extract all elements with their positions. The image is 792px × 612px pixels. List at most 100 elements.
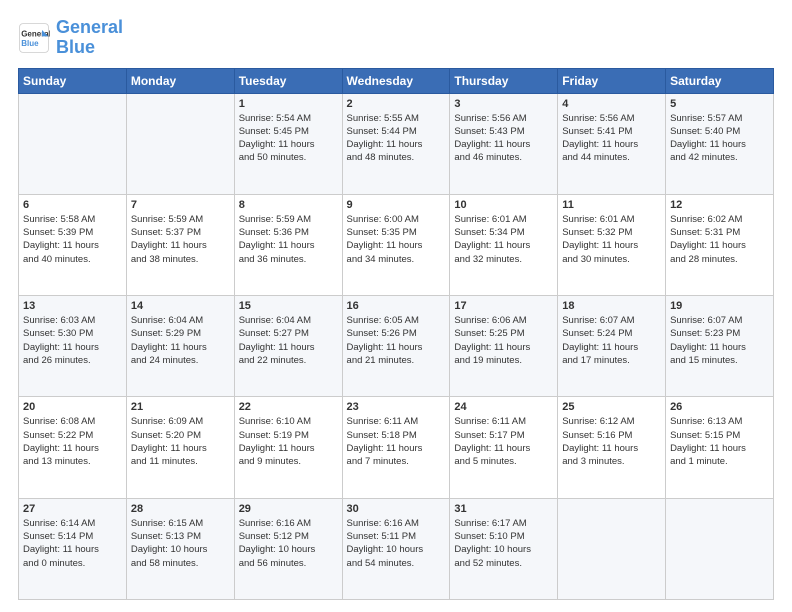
day-info: Sunrise: 6:15 AMSunset: 5:13 PMDaylight:… [131,517,230,570]
day-info: Sunrise: 5:57 AMSunset: 5:40 PMDaylight:… [670,112,769,165]
day-info: Sunrise: 6:04 AMSunset: 5:29 PMDaylight:… [131,314,230,367]
logo-icon: General Blue [18,22,50,54]
day-info: Sunrise: 6:14 AMSunset: 5:14 PMDaylight:… [23,517,122,570]
day-cell: 26Sunrise: 6:13 AMSunset: 5:15 PMDayligh… [666,397,774,498]
day-cell: 24 Sunrise: 6:11 AMSunset: 5:17 PMDayligh… [450,397,558,498]
day-cell: 14 Sunrise: 6:04 AMSunset: 5:29 PMDayligh… [126,296,234,397]
day-number: 17 [454,300,553,312]
day-number: 22 [239,401,338,413]
col-header-thursday: Thursday [450,68,558,93]
day-cell: 4 Sunrise: 5:56 AMSunset: 5:41 PMDaylight… [558,93,666,194]
day-info: Sunrise: 6:03 AMSunset: 5:30 PMDaylight:… [23,314,122,367]
day-cell: 16Sunrise: 6:05 AMSunset: 5:26 PMDayligh… [342,296,450,397]
day-number: 4 [562,98,661,110]
day-info: Sunrise: 6:07 AMSunset: 5:24 PMDaylight:… [562,314,661,367]
logo: General Blue General Blue [18,18,123,58]
logo-text: General Blue [56,18,123,58]
week-row-2: 6Sunrise: 5:58 AMSunset: 5:39 PMDaylight… [19,194,774,295]
day-cell [19,93,127,194]
day-number: 13 [23,300,122,312]
day-number: 11 [562,199,661,211]
day-info: Sunrise: 5:59 AMSunset: 5:37 PMDaylight:… [131,213,230,266]
day-cell: 27 Sunrise: 6:14 AMSunset: 5:14 PMDayligh… [19,498,127,599]
day-info: Sunrise: 5:59 AMSunset: 5:36 PMDaylight:… [239,213,338,266]
day-number: 9 [347,199,446,211]
day-cell [558,498,666,599]
day-number: 7 [131,199,230,211]
day-info: Sunrise: 6:11 AMSunset: 5:18 PMDaylight:… [347,415,446,468]
day-info: Sunrise: 6:00 AMSunset: 5:35 PMDaylight:… [347,213,446,266]
day-info: Sunrise: 5:56 AMSunset: 5:41 PMDaylight:… [562,112,661,165]
day-cell: 12Sunrise: 6:02 AMSunset: 5:31 PMDayligh… [666,194,774,295]
day-info: Sunrise: 6:04 AMSunset: 5:27 PMDaylight:… [239,314,338,367]
day-info: Sunrise: 5:56 AMSunset: 5:43 PMDaylight:… [454,112,553,165]
day-info: Sunrise: 6:12 AMSunset: 5:16 PMDaylight:… [562,415,661,468]
day-info: Sunrise: 5:54 AMSunset: 5:45 PMDaylight:… [239,112,338,165]
day-cell: 10 Sunrise: 6:01 AMSunset: 5:34 PMDayligh… [450,194,558,295]
day-cell: 2 Sunrise: 5:55 AMSunset: 5:44 PMDaylight… [342,93,450,194]
day-info: Sunrise: 6:10 AMSunset: 5:19 PMDaylight:… [239,415,338,468]
day-number: 21 [131,401,230,413]
day-number: 10 [454,199,553,211]
day-info: Sunrise: 6:13 AMSunset: 5:15 PMDaylight:… [670,415,769,468]
day-number: 8 [239,199,338,211]
day-number: 1 [239,98,338,110]
day-cell [126,93,234,194]
day-cell: 22 Sunrise: 6:10 AMSunset: 5:19 PMDayligh… [234,397,342,498]
day-cell [666,498,774,599]
day-cell: 8 Sunrise: 5:59 AMSunset: 5:36 PMDaylight… [234,194,342,295]
col-header-friday: Friday [558,68,666,93]
day-number: 3 [454,98,553,110]
day-info: Sunrise: 6:01 AMSunset: 5:32 PMDaylight:… [562,213,661,266]
day-cell: 3 Sunrise: 5:56 AMSunset: 5:43 PMDaylight… [450,93,558,194]
day-number: 23 [347,401,446,413]
day-number: 5 [670,98,769,110]
week-row-5: 27 Sunrise: 6:14 AMSunset: 5:14 PMDayligh… [19,498,774,599]
day-info: Sunrise: 6:09 AMSunset: 5:20 PMDaylight:… [131,415,230,468]
day-cell: 11 Sunrise: 6:01 AMSunset: 5:32 PMDayligh… [558,194,666,295]
day-number: 24 [454,401,553,413]
day-info: Sunrise: 5:55 AMSunset: 5:44 PMDaylight:… [347,112,446,165]
day-cell: 18 Sunrise: 6:07 AMSunset: 5:24 PMDayligh… [558,296,666,397]
day-number: 30 [347,503,446,515]
day-number: 14 [131,300,230,312]
day-cell: 19 Sunrise: 6:07 AMSunset: 5:23 PMDayligh… [666,296,774,397]
day-info: Sunrise: 6:11 AMSunset: 5:17 PMDaylight:… [454,415,553,468]
day-number: 29 [239,503,338,515]
logo-general: General [56,17,123,37]
day-info: Sunrise: 6:01 AMSunset: 5:34 PMDaylight:… [454,213,553,266]
day-info: Sunrise: 6:05 AMSunset: 5:26 PMDaylight:… [347,314,446,367]
day-info: Sunrise: 5:58 AMSunset: 5:39 PMDaylight:… [23,213,122,266]
day-cell: 31Sunrise: 6:17 AMSunset: 5:10 PMDayligh… [450,498,558,599]
day-number: 25 [562,401,661,413]
day-cell: 13 Sunrise: 6:03 AMSunset: 5:30 PMDayligh… [19,296,127,397]
day-info: Sunrise: 6:16 AMSunset: 5:11 PMDaylight:… [347,517,446,570]
day-info: Sunrise: 6:06 AMSunset: 5:25 PMDaylight:… [454,314,553,367]
day-number: 2 [347,98,446,110]
col-header-tuesday: Tuesday [234,68,342,93]
day-info: Sunrise: 6:17 AMSunset: 5:10 PMDaylight:… [454,517,553,570]
day-cell: 25 Sunrise: 6:12 AMSunset: 5:16 PMDayligh… [558,397,666,498]
day-cell: 6Sunrise: 5:58 AMSunset: 5:39 PMDaylight… [19,194,127,295]
day-cell: 9 Sunrise: 6:00 AMSunset: 5:35 PMDaylight… [342,194,450,295]
day-number: 19 [670,300,769,312]
day-cell: 30 Sunrise: 6:16 AMSunset: 5:11 PMDayligh… [342,498,450,599]
day-cell: 28Sunrise: 6:15 AMSunset: 5:13 PMDayligh… [126,498,234,599]
col-header-sunday: Sunday [19,68,127,93]
day-number: 15 [239,300,338,312]
day-cell: 1 Sunrise: 5:54 AMSunset: 5:45 PMDaylight… [234,93,342,194]
day-info: Sunrise: 6:07 AMSunset: 5:23 PMDaylight:… [670,314,769,367]
col-header-wednesday: Wednesday [342,68,450,93]
col-header-saturday: Saturday [666,68,774,93]
day-cell: 7 Sunrise: 5:59 AMSunset: 5:37 PMDaylight… [126,194,234,295]
day-cell: 15 Sunrise: 6:04 AMSunset: 5:27 PMDayligh… [234,296,342,397]
week-row-3: 13 Sunrise: 6:03 AMSunset: 5:30 PMDayligh… [19,296,774,397]
day-number: 18 [562,300,661,312]
day-number: 20 [23,401,122,413]
calendar-table: SundayMondayTuesdayWednesdayThursdayFrid… [18,68,774,600]
week-row-1: 1 Sunrise: 5:54 AMSunset: 5:45 PMDaylight… [19,93,774,194]
svg-text:Blue: Blue [21,39,39,48]
week-row-4: 20Sunrise: 6:08 AMSunset: 5:22 PMDayligh… [19,397,774,498]
day-number: 27 [23,503,122,515]
day-number: 12 [670,199,769,211]
